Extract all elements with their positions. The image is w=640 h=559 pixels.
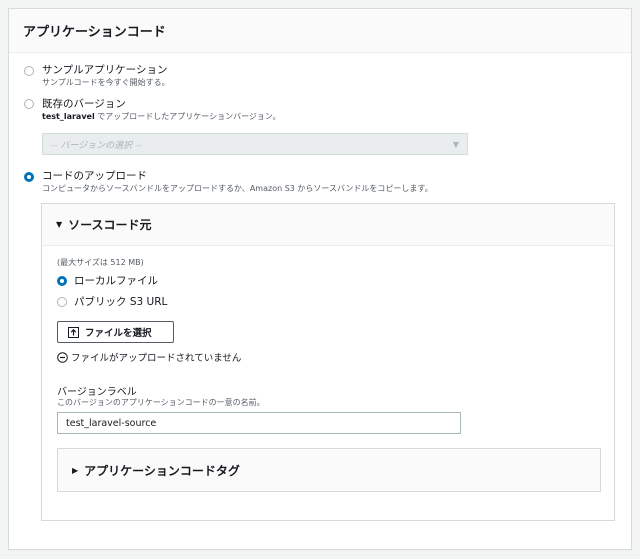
existing-version-desc: test_laravel でアップロードしたアプリケーションバージョン。	[42, 111, 280, 122]
version-label-desc: このバージョンのアプリケーションコードの一意の名前。	[57, 398, 265, 407]
upload-code-label[interactable]: コードのアップロード	[42, 168, 147, 183]
sample-app-desc: サンプルコードを今すぐ開始する。	[42, 78, 170, 87]
version-select[interactable]: -- バージョンの選択 -- ▼	[42, 133, 468, 155]
caret-down-icon: ▼	[56, 220, 63, 229]
version-label-input[interactable]: test_laravel-source	[57, 412, 461, 434]
upload-icon	[68, 326, 79, 338]
app-code-tags-panel[interactable]: ▶ アプリケーションコードタグ	[57, 448, 601, 492]
existing-version-radio[interactable]	[24, 99, 34, 109]
upload-code-radio[interactable]	[24, 172, 34, 182]
caret-down-icon: ▼	[452, 140, 459, 149]
choose-file-label: ファイルを選択	[85, 328, 152, 339]
minus-circle-icon	[57, 351, 68, 363]
sample-app-label[interactable]: サンプルアプリケーション	[42, 62, 167, 77]
source-code-title: ソースコード元	[68, 218, 152, 232]
local-file-label[interactable]: ローカルファイル	[74, 273, 158, 288]
sample-app-radio[interactable]	[24, 66, 34, 76]
existing-version-label[interactable]: 既存のバージョン	[42, 96, 126, 111]
no-file-text: ファイルがアップロードされていません	[71, 353, 242, 364]
existing-version-desc-text: でアップロードしたアプリケーションバージョン。	[94, 112, 281, 121]
version-select-placeholder: -- バージョンの選択 --	[51, 140, 142, 151]
app-name: test_laravel	[42, 112, 95, 121]
app-code-tags-title: アプリケーションコードタグ	[84, 463, 240, 478]
s3-url-label[interactable]: パブリック S3 URL	[74, 294, 167, 309]
panel-title: アプリケーションコード	[23, 25, 166, 40]
version-label-title: バージョンラベル	[57, 387, 137, 398]
max-size-note: (最大サイズは 512 MB)	[57, 258, 144, 267]
upload-code-desc: コンピュータからソースバンドルをアップロードするか、Amazon S3 からソー…	[42, 184, 433, 193]
panel-header: アプリケーションコード	[9, 9, 631, 53]
version-label-value: test_laravel-source	[66, 417, 157, 429]
choose-file-button[interactable]: ファイルを選択	[57, 321, 174, 343]
source-code-header[interactable]: ▼ ソースコード元	[42, 204, 614, 246]
s3-url-radio[interactable]	[57, 297, 67, 307]
local-file-radio[interactable]	[57, 276, 67, 286]
caret-right-icon: ▶	[72, 465, 79, 475]
no-file-status: ファイルがアップロードされていません	[57, 350, 241, 364]
